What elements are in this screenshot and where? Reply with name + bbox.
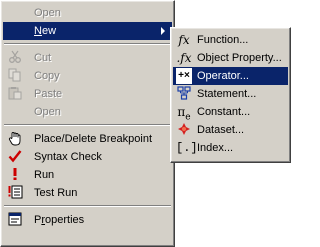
paste-icon — [7, 86, 23, 102]
pi-constant-icon: πe — [177, 105, 191, 123]
checkmark-icon — [7, 149, 23, 165]
properties-icon — [7, 212, 23, 228]
statement-icon — [176, 86, 192, 102]
menu-item-label: Dataset... — [197, 124, 245, 136]
submenu-item-function[interactable]: fx Function... — [173, 31, 288, 49]
scissors-icon — [7, 50, 23, 66]
menu-separator — [4, 43, 171, 45]
menu-item-label: Place/Delete Breakpoint — [34, 133, 153, 145]
submenu-arrow-icon — [161, 27, 165, 35]
submenu-item-operator[interactable]: +× Operator... — [173, 67, 288, 85]
index-bracket-icon: [.] — [176, 141, 198, 155]
menu-item-cut[interactable]: Cut — [3, 49, 172, 67]
submenu-item-statement[interactable]: Statement... — [173, 85, 288, 103]
menu-item-properties[interactable]: Properties — [3, 211, 172, 229]
menu-item-new[interactable]: New — [3, 22, 172, 40]
menu-item-label: Syntax Check — [34, 151, 102, 163]
menu-item-label: Cut — [34, 52, 52, 64]
menu-item-label: Open — [34, 7, 61, 19]
menu-item-paste[interactable]: Paste — [3, 85, 172, 103]
submenu-item-object-property[interactable]: .fx Object Property... — [173, 49, 288, 67]
dataset-icon — [176, 122, 192, 138]
copy-icon — [7, 68, 23, 84]
hand-icon — [7, 131, 23, 147]
test-run-icon — [7, 185, 23, 201]
menu-separator — [4, 205, 171, 207]
menu-item-label: Paste — [34, 88, 63, 100]
menu-item-label: Copy — [34, 70, 60, 82]
menu-item-label: Statement... — [197, 88, 257, 100]
context-menu-stage: Open New Cut Copy Paste Open Place/Delet… — [0, 0, 291, 247]
menu-item-open-bottom[interactable]: Open — [3, 103, 172, 121]
menu-item-open-top[interactable]: Open — [3, 4, 172, 22]
menu-separator — [4, 124, 171, 126]
mnemonic-letter: N — [34, 25, 42, 37]
context-menu: Open New Cut Copy Paste Open Place/Delet… — [0, 0, 175, 247]
submenu-item-index[interactable]: [.] Index... — [173, 139, 288, 157]
submenu-item-dataset[interactable]: Dataset... — [173, 121, 288, 139]
menu-item-copy[interactable]: Copy — [3, 67, 172, 85]
menu-item-syntax-check[interactable]: Syntax Check — [3, 148, 172, 166]
menu-item-label: Open — [34, 106, 61, 118]
menu-item-run[interactable]: Run — [3, 166, 172, 184]
object-property-icon: .fx — [176, 51, 192, 65]
menu-item-label: Index... — [197, 142, 234, 154]
menu-item-breakpoint[interactable]: Place/Delete Breakpoint — [3, 130, 172, 148]
menu-item-label: Properties — [34, 214, 85, 226]
menu-item-label: Operator... — [197, 70, 249, 82]
mnemonic-letter: r — [41, 214, 46, 226]
exclamation-icon — [7, 167, 23, 183]
menu-item-label: Function... — [197, 34, 249, 46]
menu-item-label: Constant... — [197, 106, 251, 118]
submenu-item-constant[interactable]: πe Constant... — [173, 103, 288, 123]
menu-item-label: Object Property... — [197, 52, 282, 64]
new-submenu: fx Function... .fx Object Property... +×… — [170, 27, 291, 163]
menu-item-label: New — [34, 25, 57, 37]
menu-item-label: Test Run — [34, 187, 78, 199]
menu-item-test-run[interactable]: Test Run — [3, 184, 172, 202]
operator-icon: +× — [176, 68, 192, 84]
menu-item-label: Run — [34, 169, 55, 181]
function-icon: fx — [178, 33, 190, 47]
